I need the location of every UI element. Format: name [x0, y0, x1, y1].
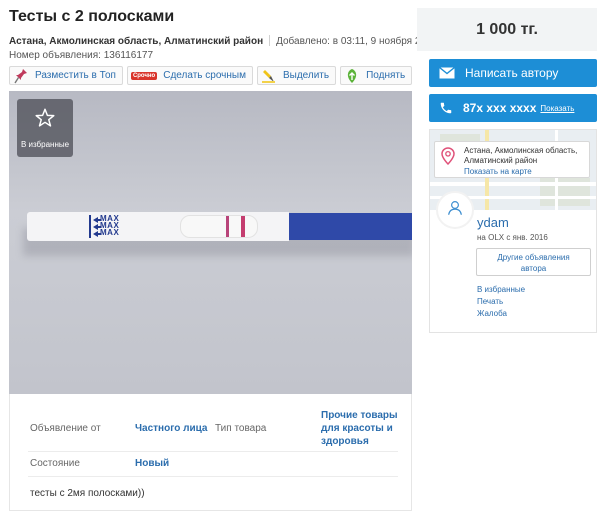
strip-max-bar: [89, 215, 91, 238]
strip-test-line: [241, 216, 245, 237]
favorite-label: В избранные: [20, 140, 70, 149]
details-divider: [28, 451, 398, 452]
listing-photo[interactable]: MAX MAX MAX В избранные: [9, 91, 412, 394]
type-value-line1[interactable]: Прочие товары: [321, 410, 398, 421]
mail-icon: [439, 67, 455, 79]
map-location-box: Астана, Акмолинская область, Алматинский…: [434, 141, 590, 178]
listing-added-date: Добавлено: в 03:11, 9 ноября 2016,: [276, 36, 440, 47]
highlight-button[interactable]: Выделить: [256, 66, 337, 85]
show-on-map-link[interactable]: Показать на карте: [464, 167, 532, 176]
seller-name[interactable]: ydam: [477, 215, 509, 230]
promo-toolbar: Разместить в Топ Срочно Сделать срочным …: [9, 66, 413, 85]
raise-label: Поднять: [366, 70, 406, 81]
marker-icon: [261, 68, 277, 84]
add-favorites-link[interactable]: В избранные: [477, 285, 525, 294]
seller-card: Астана, Акмолинская область, Алматинский…: [429, 129, 597, 333]
other-ads-label-line2: автора: [520, 264, 547, 273]
strip-blue-part: [289, 213, 412, 240]
listing-description: тесты с 2мя полосками)): [30, 488, 145, 499]
listing-title: Тесты с 2 полосками: [9, 8, 175, 25]
phone-number: 87x xxx xxxx: [463, 101, 537, 115]
map-road: [430, 182, 596, 186]
highlight-label: Выделить: [282, 70, 330, 81]
complaint-link[interactable]: Жалоба: [477, 309, 507, 318]
other-ads-button[interactable]: Другие объявления автора: [476, 248, 591, 276]
strip-result-window: [180, 215, 258, 238]
listing-details: Объявление от Частного лица Тип товара П…: [9, 394, 412, 511]
make-urgent-label: Сделать срочным: [163, 70, 246, 81]
seller-avatar[interactable]: [436, 191, 474, 229]
leaf-icon: [344, 68, 360, 84]
phone-icon: [439, 101, 453, 115]
show-phone-link[interactable]: Показать: [540, 104, 574, 113]
listing-location[interactable]: Астана, Акмолинская область, Алматинский…: [9, 36, 263, 47]
place-top-button[interactable]: Разместить в Топ: [9, 66, 123, 85]
condition-value[interactable]: Новый: [135, 458, 169, 469]
seller-address-line2: Алматинский район: [464, 156, 538, 165]
pregnancy-test-strip: MAX MAX MAX: [27, 212, 412, 241]
write-author-label: Написать автору: [465, 66, 559, 80]
details-divider: [28, 476, 398, 477]
map-pin-icon: [441, 147, 455, 170]
print-link[interactable]: Печать: [477, 297, 503, 306]
strip-max-label: MAX: [100, 228, 120, 237]
show-phone-button[interactable]: 87x xxx xxxx Показать: [429, 94, 597, 122]
write-author-button[interactable]: Написать автору: [429, 59, 597, 87]
price-box: 1 000 тг.: [417, 8, 597, 51]
ad-number: Номер объявления: 136116177: [9, 50, 154, 61]
meta-divider: [269, 35, 271, 46]
price-value: 1 000 тг.: [476, 20, 538, 38]
condition-label: Состояние: [30, 458, 80, 469]
add-to-favorites-overlay[interactable]: В избранные: [17, 99, 73, 157]
listing-meta: Астана, Акмолинская область, Алматинский…: [9, 35, 440, 47]
pin-icon: [13, 68, 29, 84]
strip-control-line: [226, 216, 229, 237]
urgent-tag: Срочно: [130, 71, 158, 80]
make-urgent-button[interactable]: Срочно Сделать срочным: [126, 66, 253, 85]
type-label: Тип товара: [215, 423, 267, 434]
user-icon: [446, 199, 464, 222]
seller-since: на OLX с янв. 2016: [477, 233, 548, 242]
place-top-label: Разместить в Топ: [35, 70, 116, 81]
seller-address-line1: Астана, Акмолинская область,: [464, 146, 578, 155]
type-value-line2[interactable]: для красоты и: [321, 423, 393, 434]
other-ads-label-line1: Другие объявления: [497, 253, 570, 262]
raise-button[interactable]: Поднять: [340, 66, 413, 85]
star-icon: [34, 107, 56, 134]
type-value-line3[interactable]: здоровья: [321, 436, 369, 447]
offered-by-label: Объявление от: [30, 423, 101, 434]
offered-by-value[interactable]: Частного лица: [135, 423, 207, 434]
